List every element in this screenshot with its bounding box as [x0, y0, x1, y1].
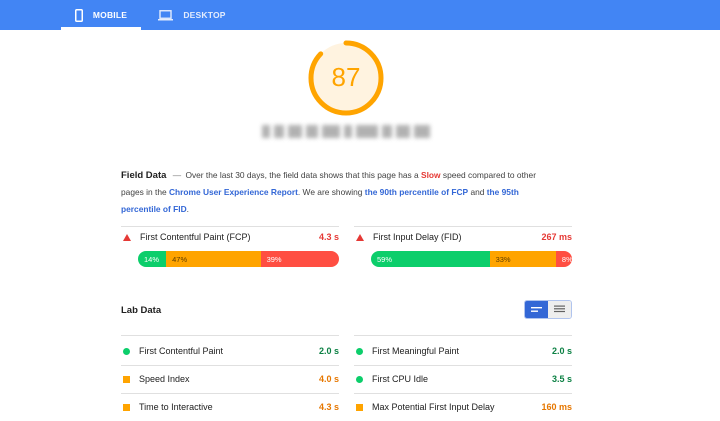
divider: [121, 365, 339, 366]
report-tabs-bar: MOBILE DESKTOP: [0, 0, 720, 30]
metric-value: 4.3 s: [318, 402, 339, 412]
field-data-text-1: Over the last 30 days, the field data sh…: [185, 170, 419, 180]
fast-segment: 14%: [138, 251, 167, 267]
metric-name: First Contentful Paint (FCP): [140, 232, 251, 242]
metric-name: First Meaningful Paint: [372, 346, 460, 356]
expanded-view-button[interactable]: [548, 301, 571, 318]
performance-score: 87: [331, 62, 361, 92]
slow-segment: 39%: [260, 251, 339, 267]
expanded-view-icon: [554, 305, 565, 313]
fcp-percentile-link[interactable]: the 90th percentile of FCP: [365, 187, 468, 197]
metric-name: First Input Delay (FID): [373, 232, 462, 242]
metric-name: Time to Interactive: [139, 402, 213, 412]
metric-value: 267 ms: [541, 232, 572, 242]
lab-metric-first-cpu-idle: First CPU Idle 3.5 s: [354, 372, 572, 386]
average-square-icon: [356, 403, 363, 411]
slow-segment: 8%: [555, 251, 572, 267]
pass-circle-icon: [356, 375, 363, 383]
divider: [121, 226, 339, 227]
lab-metric-time-to-interactive: Time to Interactive 4.3 s: [121, 400, 339, 414]
metric-value: 3.5 s: [551, 374, 572, 384]
metric-name: Max Potential First Input Delay: [372, 402, 495, 412]
lab-metric-first-meaningful-paint: First Meaningful Paint 2.0 s: [354, 344, 572, 358]
tab-mobile-label: MOBILE: [92, 10, 128, 20]
field-data-text-3: . We are showing: [297, 187, 363, 197]
phone-icon: [74, 8, 83, 22]
metric-value: 2.0 s: [551, 346, 572, 356]
tab-desktop[interactable]: DESKTOP: [152, 0, 232, 30]
view-toggle: [524, 300, 572, 319]
tab-desktop-label: DESKTOP: [183, 10, 226, 20]
field-data-text-4: and: [470, 187, 485, 197]
fid-distribution-bar: 59% 33% 8%: [371, 251, 572, 267]
divider: [354, 335, 572, 336]
field-metric-fid: First Input Delay (FID) 267 ms: [354, 230, 572, 244]
fcp-distribution-bar: 14% 47% 39%: [138, 251, 339, 267]
average-square-icon: [123, 375, 130, 383]
field-data-text-5: .: [186, 204, 189, 214]
pass-circle-icon: [123, 347, 130, 355]
divider: [354, 365, 572, 366]
metric-value: 160 ms: [541, 402, 572, 412]
crux-report-link[interactable]: Chrome User Experience Report: [169, 187, 298, 197]
slow-triangle-icon: [356, 233, 364, 241]
metric-name: First Contentful Paint: [139, 346, 224, 356]
metric-name: First CPU Idle: [372, 374, 429, 384]
fast-segment: 59%: [371, 251, 490, 267]
metric-value: 4.0 s: [318, 374, 339, 384]
field-data-description: Field Data — Over the last 30 days, the …: [121, 167, 541, 218]
lab-metric-first-contentful-paint: First Contentful Paint 2.0 s: [121, 344, 339, 358]
average-segment: 47%: [166, 251, 261, 267]
page-url-redacted: [262, 125, 432, 138]
field-metric-fcp: First Contentful Paint (FCP) 4.3 s: [121, 230, 339, 244]
metric-value: 4.3 s: [318, 232, 339, 242]
average-square-icon: [123, 403, 130, 411]
compact-view-icon: [531, 307, 542, 312]
speed-rating: Slow: [421, 170, 441, 180]
field-data-dash: —: [172, 170, 182, 180]
metric-value: 2.0 s: [318, 346, 339, 356]
lab-data-title: Lab Data: [121, 305, 162, 316]
divider: [354, 226, 572, 227]
divider: [121, 335, 339, 336]
active-tab-indicator: [61, 27, 141, 30]
slow-triangle-icon: [123, 233, 131, 241]
lab-metric-max-potential-fid: Max Potential First Input Delay 160 ms: [354, 400, 572, 414]
field-data-title: Field Data: [121, 170, 167, 181]
pass-circle-icon: [356, 347, 363, 355]
metric-name: Speed Index: [139, 374, 190, 384]
tab-mobile[interactable]: MOBILE: [61, 0, 141, 30]
compact-view-button[interactable]: [525, 301, 548, 318]
lab-metric-speed-index: Speed Index 4.0 s: [121, 372, 339, 386]
average-segment: 33%: [489, 251, 556, 267]
divider: [354, 393, 572, 394]
divider: [121, 393, 339, 394]
laptop-icon: [158, 9, 174, 21]
